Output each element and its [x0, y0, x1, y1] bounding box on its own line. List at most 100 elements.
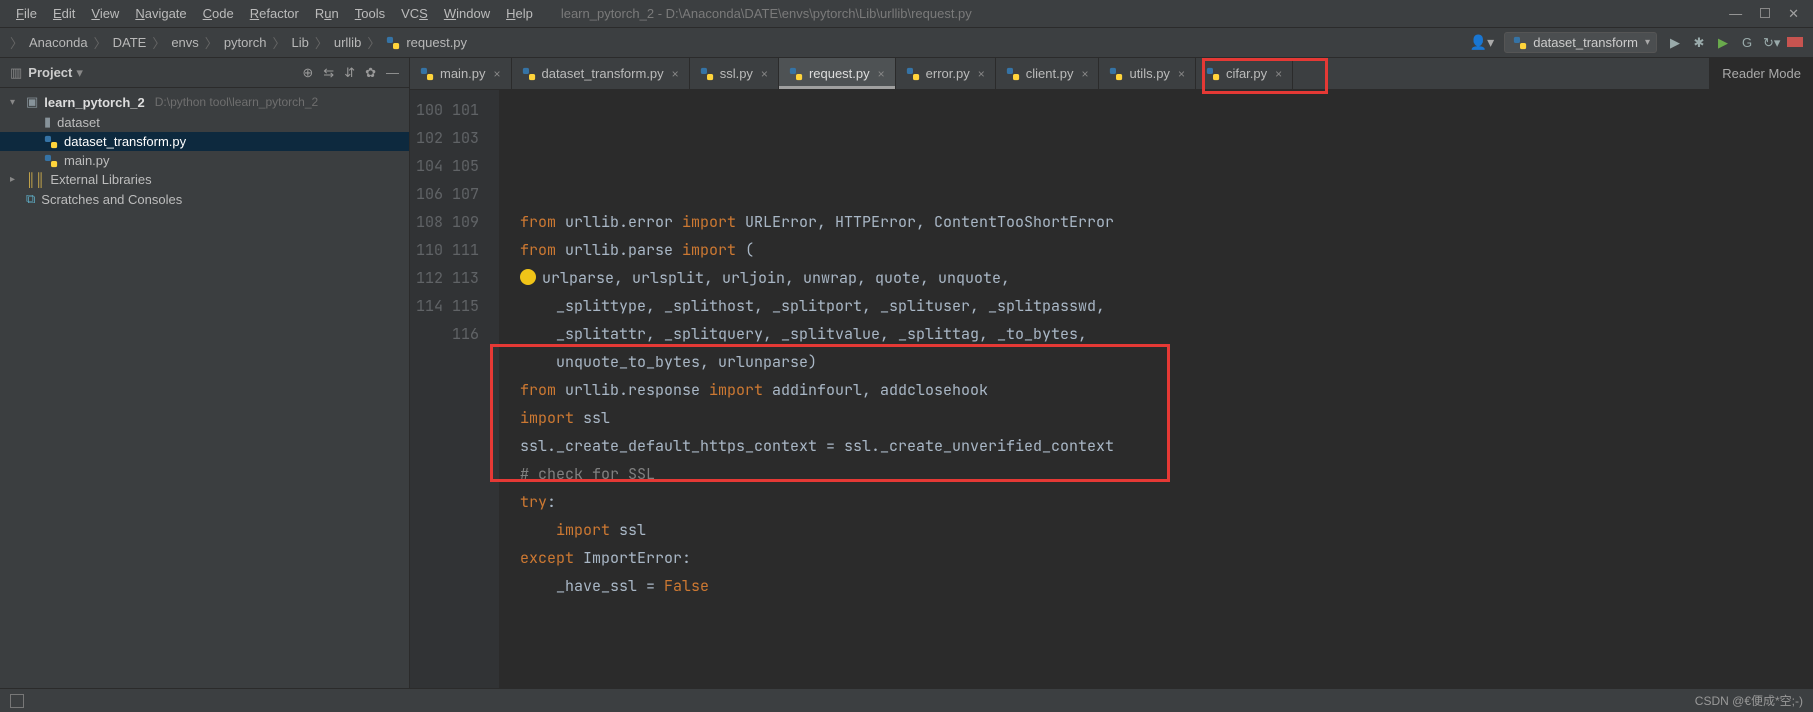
tab-error[interactable]: error.py × [896, 58, 996, 89]
tree-folder-dataset[interactable]: ▮ dataset [0, 112, 409, 132]
project-path: D:\python tool\learn_pytorch_2 [155, 95, 318, 109]
editor-area: main.py × dataset_transform.py × ssl.py … [410, 58, 1813, 688]
expand-icon[interactable]: ⇆ [323, 65, 334, 81]
breadcrumb: 〉 Anaconda 〉 DATE 〉 envs 〉 pytorch 〉 Lib… [10, 33, 467, 52]
tab-utils[interactable]: utils.py × [1099, 58, 1195, 89]
nav-bar: 〉 Anaconda 〉 DATE 〉 envs 〉 pytorch 〉 Lib… [0, 28, 1813, 58]
run-config-select[interactable]: dataset_transform [1504, 32, 1657, 53]
python-file-icon [1109, 67, 1123, 81]
toolbar-run-icons: ▶ ✱ ▶ G ↻▾ [1667, 35, 1803, 51]
close-icon[interactable]: × [672, 67, 679, 81]
python-file-icon [700, 67, 714, 81]
project-tree: ▾ ▣ learn_pytorch_2 D:\python tool\learn… [0, 88, 409, 213]
tab-dataset-transform[interactable]: dataset_transform.py × [512, 58, 690, 89]
crumb[interactable]: envs [171, 35, 198, 50]
close-icon[interactable]: × [878, 67, 885, 81]
crumb[interactable]: pytorch [224, 35, 267, 50]
close-icon[interactable]: × [761, 67, 768, 81]
crumb[interactable]: urllib [334, 35, 361, 50]
tree-external-libraries[interactable]: ▸ ║║ External Libraries [0, 170, 409, 189]
code-line: # check for SSL [520, 460, 1813, 488]
tab-label: request.py [809, 66, 870, 81]
menu-refactor[interactable]: Refactor [242, 6, 307, 21]
tree-project-root[interactable]: ▾ ▣ learn_pytorch_2 D:\python tool\learn… [0, 92, 409, 112]
close-icon[interactable]: × [494, 67, 501, 81]
menu-edit[interactable]: Edit [45, 6, 83, 21]
minimize-button[interactable]: — [1729, 6, 1742, 22]
attach-icon[interactable]: G [1739, 35, 1755, 50]
hide-icon[interactable]: — [386, 65, 399, 81]
menu-bar: File Edit View Navigate Code Refactor Ru… [0, 0, 1813, 28]
tree-scratches[interactable]: ⧉ Scratches and Consoles [0, 189, 409, 209]
python-file-icon [1513, 36, 1527, 50]
crumb[interactable]: DATE [113, 35, 147, 50]
close-icon[interactable]: × [978, 67, 985, 81]
code-line: import ssl [520, 404, 1813, 432]
close-icon[interactable]: × [1178, 67, 1185, 81]
tab-ssl[interactable]: ssl.py × [690, 58, 779, 89]
code-line: try: [520, 488, 1813, 516]
menu-navigate[interactable]: Navigate [127, 6, 194, 21]
python-file-icon [789, 67, 803, 81]
menu-view[interactable]: View [83, 6, 127, 21]
tab-client[interactable]: client.py × [996, 58, 1100, 89]
user-icon[interactable]: 👤▾ [1470, 34, 1494, 51]
window-controls: — ✕ [1729, 6, 1805, 22]
project-name: learn_pytorch_2 [44, 95, 144, 110]
gear-icon[interactable]: ✿ [365, 65, 376, 81]
stop-dropdown-icon[interactable]: ↻▾ [1763, 35, 1779, 51]
window-title: learn_pytorch_2 - D:\Anaconda\DATE\envs\… [561, 6, 972, 21]
code-line: _have_ssl = False [520, 572, 1813, 600]
debug-icon[interactable]: ✱ [1691, 35, 1707, 51]
tree-item-label: dataset_transform.py [64, 134, 186, 149]
code-line: urlparse, urlsplit, urljoin, unwrap, quo… [520, 264, 1813, 292]
status-toolwindow-icon[interactable] [10, 694, 24, 708]
tab-main[interactable]: main.py × [410, 58, 512, 89]
close-icon[interactable]: × [1081, 67, 1088, 81]
navbar-right: 👤▾ dataset_transform ▶ ✱ ▶ G ↻▾ [1470, 32, 1803, 53]
folder-icon: ▣ [26, 94, 38, 110]
python-file-icon [420, 67, 434, 81]
code-line: from urllib.response import addinfourl, … [520, 376, 1813, 404]
folder-icon: ▮ [44, 114, 51, 130]
window-title-path: D:\Anaconda\DATE\envs\pytorch\Lib\urllib… [666, 6, 972, 21]
menu-run[interactable]: Run [307, 6, 347, 21]
tab-cifar[interactable]: cifar.py × [1196, 58, 1293, 89]
stop-icon[interactable] [1787, 35, 1803, 50]
project-title: Project [28, 65, 72, 80]
crumb-file[interactable]: request.py [406, 35, 467, 50]
chevron-down-icon: ▾ [10, 97, 20, 108]
run-coverage-icon[interactable]: ▶ [1715, 35, 1731, 51]
menu-vcs[interactable]: VCS [393, 6, 436, 21]
code-editor[interactable]: from urllib.error import URLError, HTTPE… [500, 90, 1813, 688]
code-line: _splitattr, _splitquery, _splitvalue, _s… [520, 320, 1813, 348]
crumb[interactable]: Lib [291, 35, 308, 50]
tab-label: ssl.py [720, 66, 753, 81]
menu-tools[interactable]: Tools [347, 6, 393, 21]
python-file-icon [906, 67, 920, 81]
run-icon[interactable]: ▶ [1667, 35, 1683, 51]
tab-request[interactable]: request.py × [779, 58, 896, 89]
close-icon[interactable]: × [1275, 67, 1282, 81]
tree-file-dataset-transform[interactable]: dataset_transform.py [0, 132, 409, 151]
tab-label: client.py [1026, 66, 1074, 81]
tree-file-main[interactable]: main.py [0, 151, 409, 170]
collapse-icon[interactable]: ⇵ [344, 65, 355, 81]
menu-help[interactable]: Help [498, 6, 541, 21]
python-file-icon [522, 67, 536, 81]
code-line: from urllib.error import URLError, HTTPE… [520, 208, 1813, 236]
python-file-icon [1206, 67, 1220, 81]
crumb[interactable]: Anaconda [29, 35, 88, 50]
project-header-tools: ⊕ ⇆ ⇵ ✿ — [302, 65, 399, 81]
menu-code[interactable]: Code [195, 6, 242, 21]
tree-item-label: External Libraries [50, 172, 151, 187]
menu-window[interactable]: Window [436, 6, 498, 21]
project-tool-icon[interactable]: ▥ [10, 65, 22, 81]
target-icon[interactable]: ⊕ [302, 65, 313, 81]
maximize-button[interactable] [1760, 6, 1770, 22]
reader-mode-label[interactable]: Reader Mode [1709, 58, 1813, 89]
tab-label: dataset_transform.py [542, 66, 664, 81]
close-button[interactable]: ✕ [1788, 6, 1799, 22]
menu-file[interactable]: File [8, 6, 45, 21]
tree-item-label: main.py [64, 153, 110, 168]
